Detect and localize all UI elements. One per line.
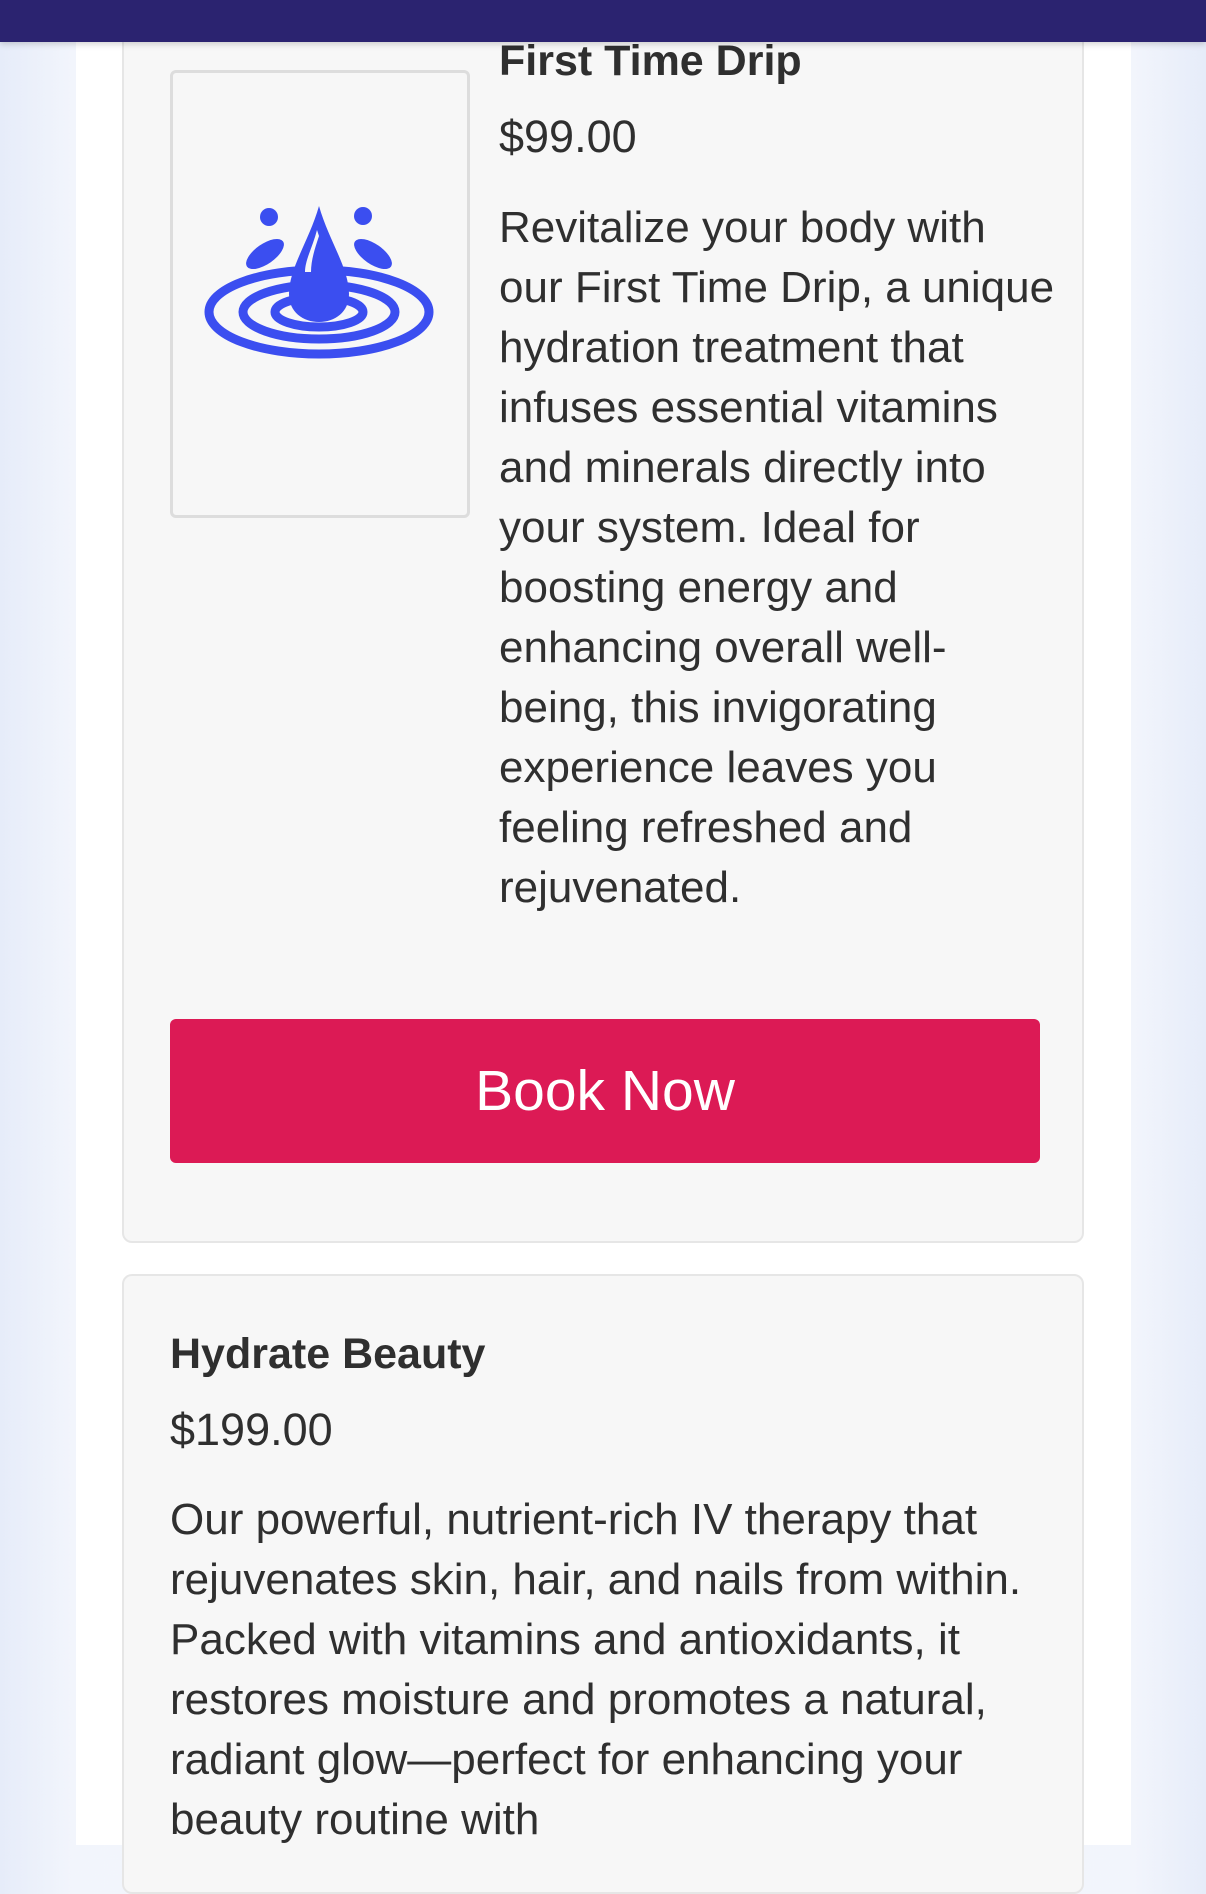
service-description: Our powerful, nutrient-rich IV therapy t… <box>170 1495 1022 1844</box>
page-content: First Time Drip $99.00 Revitalize your b… <box>76 0 1131 1894</box>
service-card-first-time-drip: First Time Drip $99.00 Revitalize your b… <box>122 0 1084 1243</box>
top-navigation-bar <box>0 0 1206 42</box>
service-description: Revitalize your body with our First Time… <box>499 203 1055 912</box>
service-title: Hydrate Beauty <box>170 1330 486 1378</box>
service-price: $199.00 <box>170 1404 333 1455</box>
service-image <box>170 70 470 518</box>
book-now-button[interactable]: Book Now <box>170 1019 1040 1163</box>
water-drop-ripple-icon <box>204 206 434 359</box>
service-title: First Time Drip <box>499 37 802 85</box>
service-price: $99.00 <box>499 111 637 162</box>
service-card-hydrate-beauty: Hydrate Beauty $199.00 Our powerful, nut… <box>122 1274 1084 1894</box>
